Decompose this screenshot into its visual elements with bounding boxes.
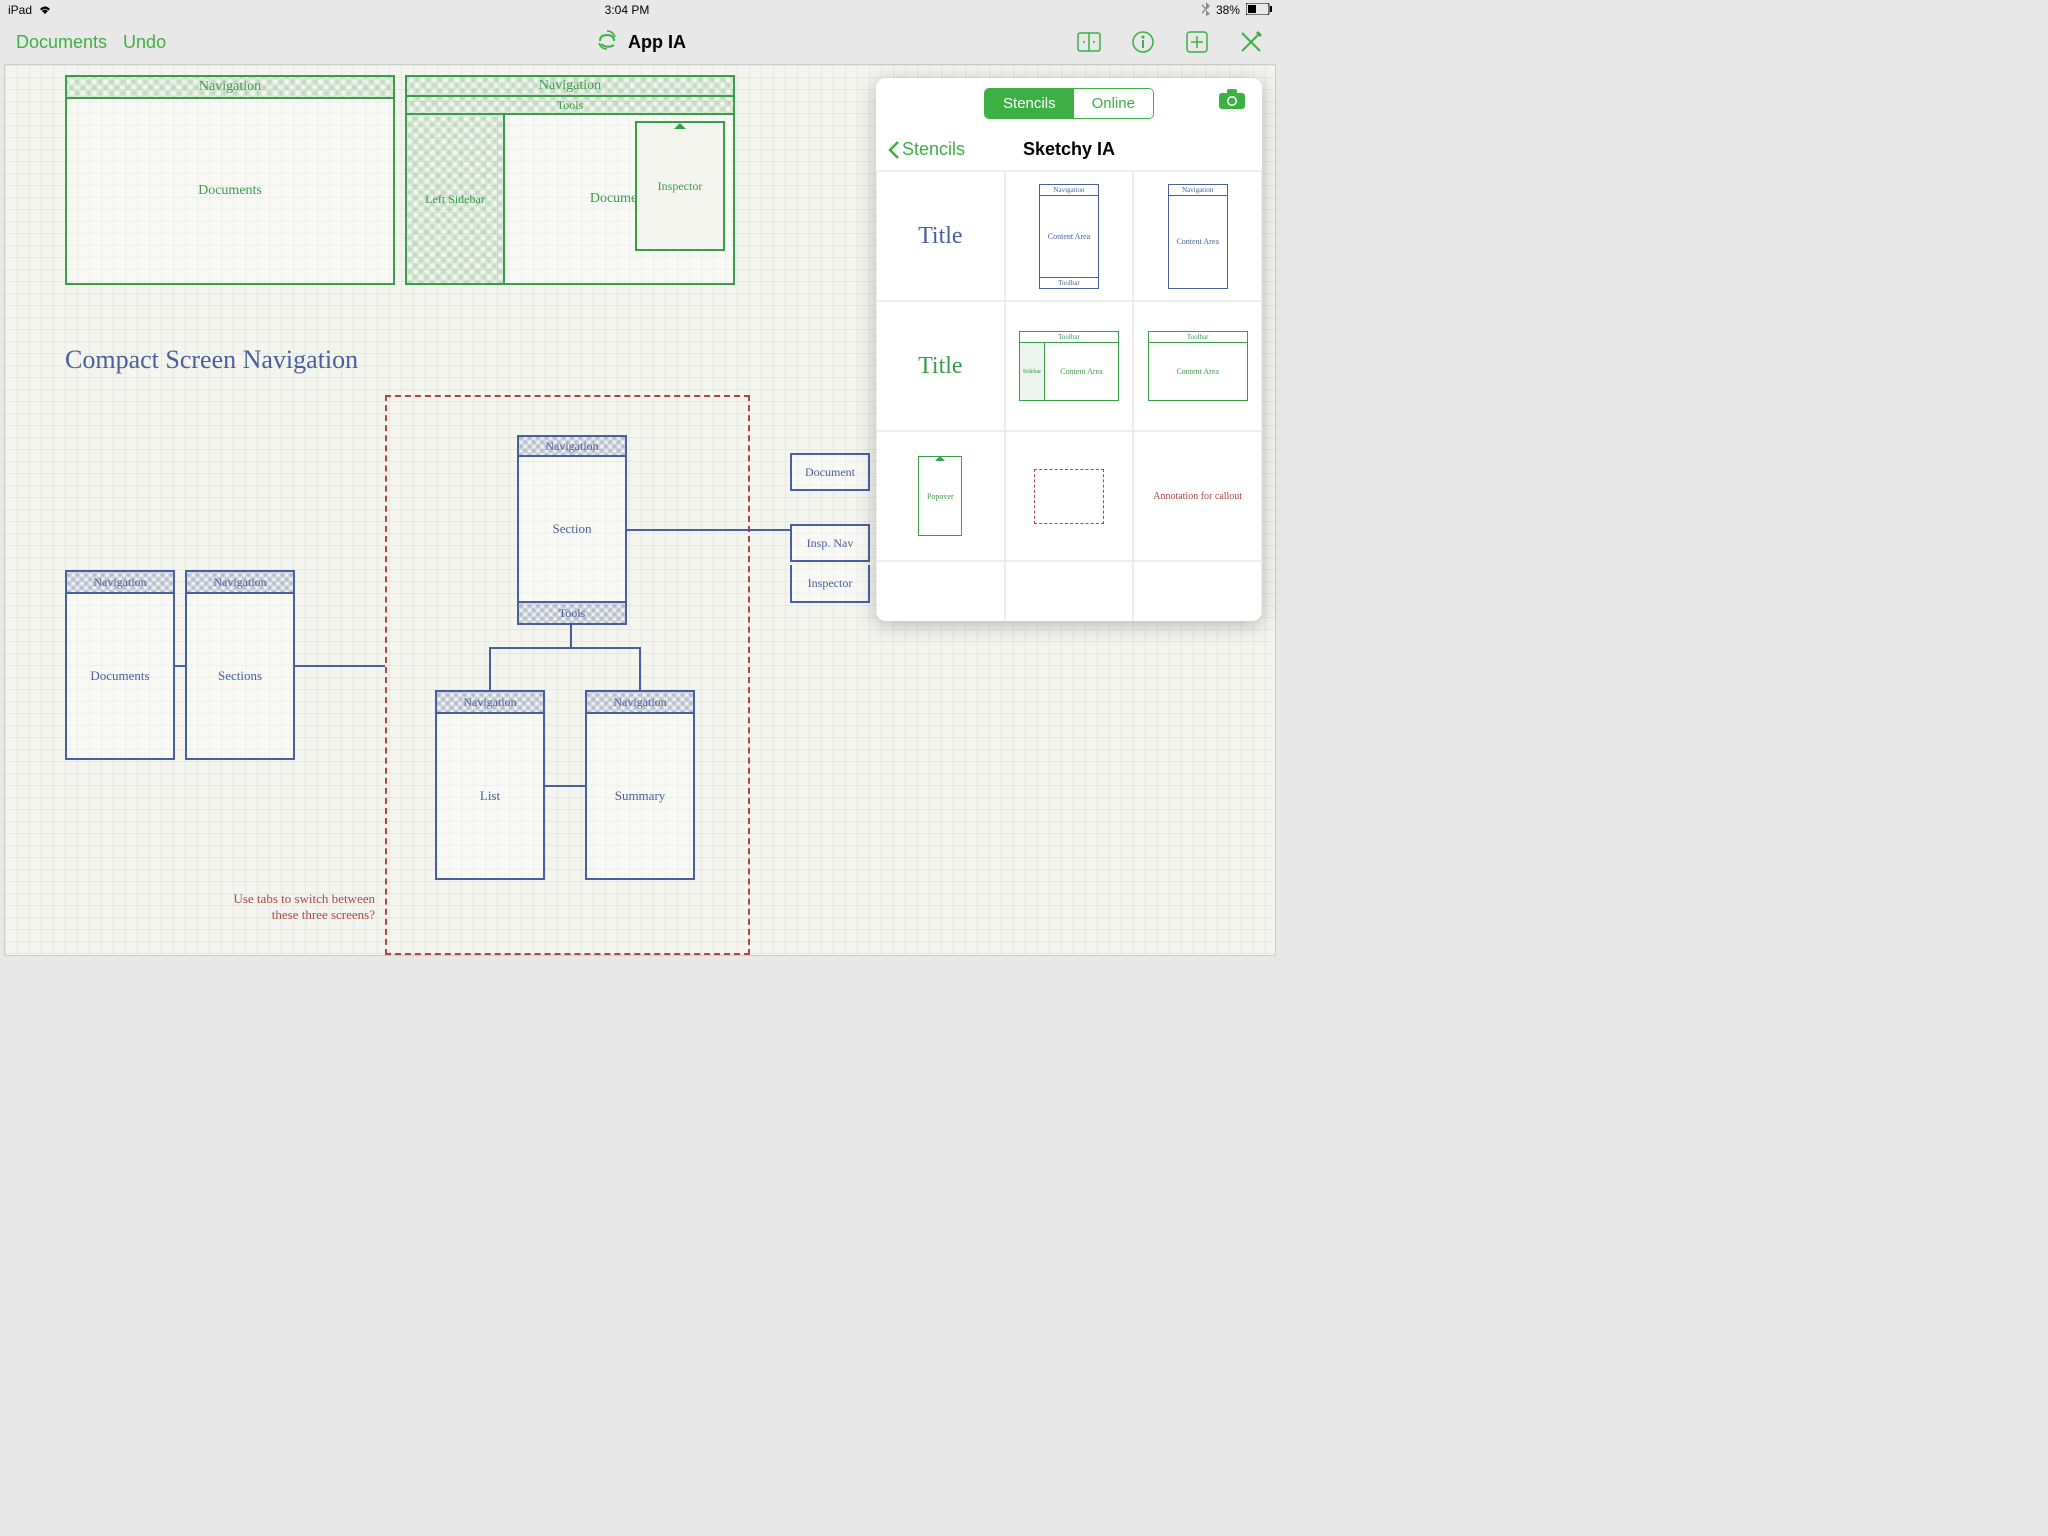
segment-stencils[interactable]: Stencils xyxy=(985,89,1074,118)
connector xyxy=(570,625,572,647)
battery-icon xyxy=(1246,3,1272,18)
section-heading[interactable]: Compact Screen Navigation xyxy=(65,345,358,375)
info-icon[interactable] xyxy=(1130,29,1156,55)
annotation-text[interactable]: Use tabs to switch between these three s… xyxy=(225,891,375,923)
stencil-portrait[interactable]: Navigation Content Area xyxy=(1133,171,1262,301)
wireframe-inspector-nav[interactable]: Insp. Nav xyxy=(790,524,870,562)
clock: 3:04 PM xyxy=(605,3,650,17)
content-area: Documents xyxy=(65,594,175,760)
wifi-icon xyxy=(38,3,52,17)
wireframe-inspector-link[interactable]: Inspector xyxy=(790,565,870,603)
popover-header: Stencils Online xyxy=(876,78,1262,129)
stencil-popover[interactable]: Popover xyxy=(876,431,1005,561)
stencil-empty xyxy=(876,561,1005,621)
stencil-grid: Title Navigation Content Area Toolbar Na… xyxy=(876,171,1262,621)
popover-nav: Stencils Sketchy IA xyxy=(876,129,1262,171)
connector xyxy=(295,665,385,667)
documents-button[interactable]: Documents xyxy=(16,32,107,53)
navigation-bar: Navigation xyxy=(405,75,735,97)
document-title: App IA xyxy=(628,32,686,53)
wireframe-list[interactable]: Navigation List xyxy=(435,690,545,880)
left-sidebar: Left Sidebar xyxy=(405,115,505,285)
segment-online[interactable]: Online xyxy=(1074,89,1153,118)
stencil-title-green[interactable]: Title xyxy=(876,301,1005,431)
stencil-portrait-toolbar[interactable]: Navigation Content Area Toolbar xyxy=(1005,171,1134,301)
stencil-landscape[interactable]: Toolbar Content Area xyxy=(1133,301,1262,431)
undo-button[interactable]: Undo xyxy=(123,32,166,53)
stencil-landscape-sidebar[interactable]: Toolbar Sidebar Content Area xyxy=(1005,301,1134,431)
wireframe-document-link[interactable]: Document xyxy=(790,453,870,491)
camera-icon[interactable] xyxy=(1218,88,1246,115)
navigation-bar: Navigation xyxy=(435,690,545,714)
tools-bar: Tools xyxy=(517,603,627,625)
content-area: Documents xyxy=(65,99,395,285)
navigation-bar: Navigation xyxy=(65,570,175,594)
wireframe-section-detail[interactable]: Navigation Section Tools xyxy=(517,435,627,625)
navigation-bar: Navigation xyxy=(185,570,295,594)
sync-icon[interactable] xyxy=(594,27,620,58)
content-area: List xyxy=(435,714,545,880)
wireframe-documents-screen[interactable]: Navigation Documents xyxy=(65,75,395,285)
navigation-bar: Navigation xyxy=(517,435,627,457)
back-button[interactable]: Stencils xyxy=(888,139,965,160)
draw-tools-icon[interactable] xyxy=(1238,29,1264,55)
connector xyxy=(545,785,585,787)
add-icon[interactable] xyxy=(1184,29,1210,55)
wireframe-documents-compact[interactable]: Navigation Documents xyxy=(65,570,175,760)
ruler-icon[interactable] xyxy=(1076,29,1102,55)
inspector-popover: Inspector xyxy=(635,121,725,251)
battery-percent: 38% xyxy=(1216,3,1240,17)
popover-title: Sketchy IA xyxy=(1023,139,1115,160)
status-bar: iPad 3:04 PM 38% xyxy=(0,0,1280,20)
content-area: Section xyxy=(517,457,627,603)
stencils-popover: Stencils Online Stencils Sketchy IA Titl… xyxy=(876,78,1262,621)
bluetooth-icon xyxy=(1202,2,1210,19)
wireframe-sections[interactable]: Navigation Sections xyxy=(185,570,295,760)
connector xyxy=(489,647,491,690)
connector xyxy=(489,647,641,649)
stencil-title-blue[interactable]: Title xyxy=(876,171,1005,301)
connector xyxy=(639,647,641,690)
navigation-bar: Navigation xyxy=(65,75,395,99)
stencil-empty xyxy=(1133,561,1262,621)
stencil-annotation-box[interactable] xyxy=(1005,431,1134,561)
stencil-annotation-text[interactable]: Annotation for callout xyxy=(1133,431,1262,561)
connector xyxy=(627,529,790,531)
segmented-control[interactable]: Stencils Online xyxy=(984,88,1154,119)
wireframe-editor-screen[interactable]: Navigation Tools Left Sidebar Document I… xyxy=(405,75,735,285)
connector xyxy=(175,665,185,667)
content-area: Summary xyxy=(585,714,695,880)
tools-bar: Tools xyxy=(405,97,735,115)
navigation-bar: Navigation xyxy=(585,690,695,714)
stencil-empty xyxy=(1005,561,1134,621)
app-toolbar: Documents Undo App IA xyxy=(0,20,1280,64)
wireframe-summary[interactable]: Navigation Summary xyxy=(585,690,695,880)
device-label: iPad xyxy=(8,3,32,17)
content-area: Sections xyxy=(185,594,295,760)
